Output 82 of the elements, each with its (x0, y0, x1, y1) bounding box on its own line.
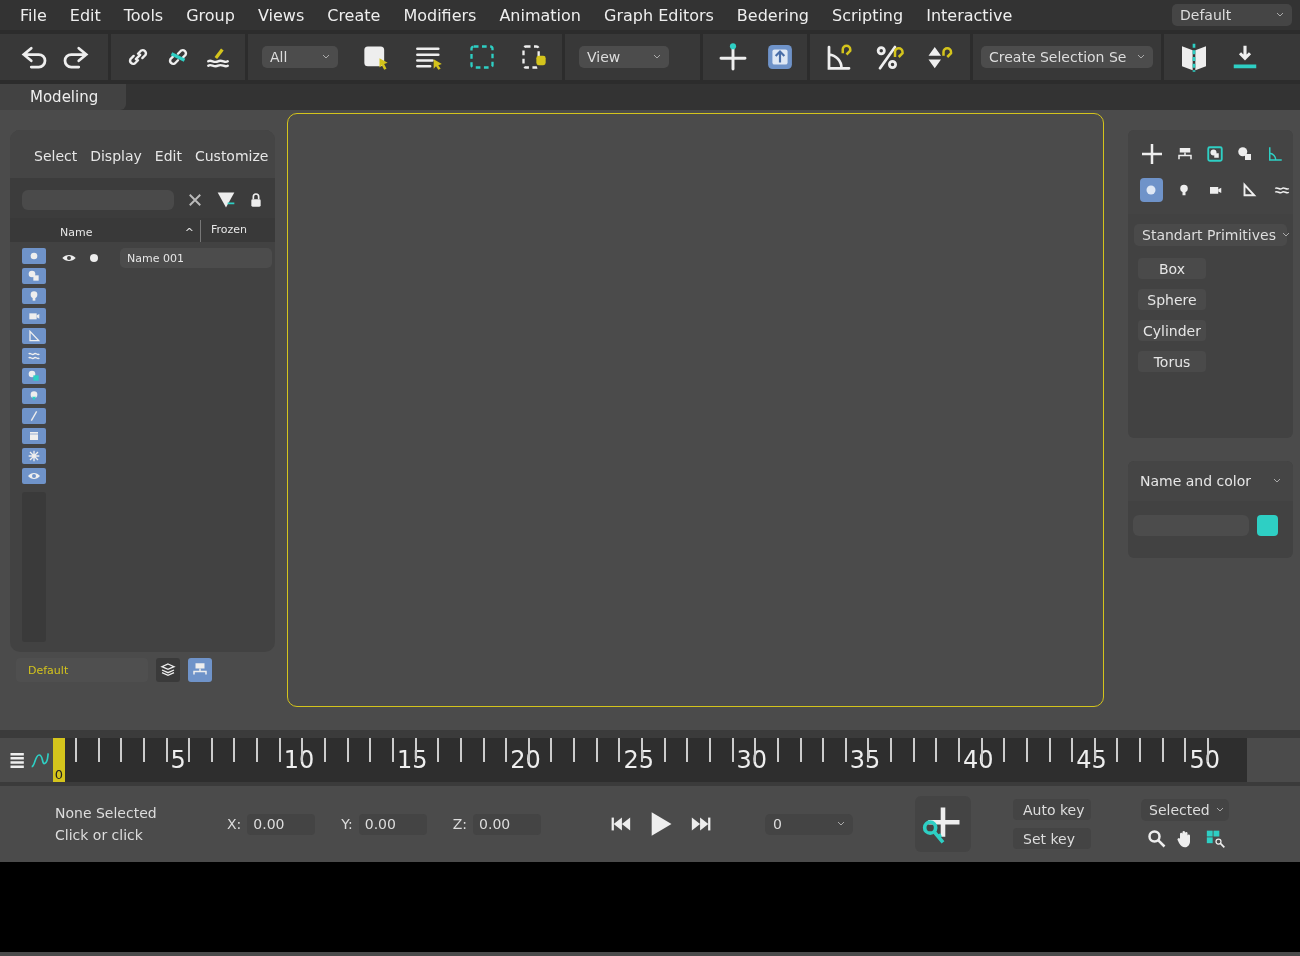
menu-item[interactable]: Bedering (736, 5, 809, 25)
set-key-mode-button[interactable]: Set key (1013, 828, 1091, 849)
menu-item[interactable]: Create (327, 5, 381, 25)
explorer-menu-item[interactable]: Display (90, 148, 142, 164)
move-icon[interactable] (717, 41, 749, 73)
ribbon-tab[interactable]: Modeling (0, 84, 126, 110)
axis-label: X: (227, 816, 242, 832)
explorer-menu-item[interactable]: Customize (194, 148, 269, 164)
menu-item[interactable]: Tools (123, 5, 164, 25)
coordinate-field[interactable]: 0.00 (247, 813, 316, 835)
filter-icon[interactable] (216, 190, 236, 210)
menu-item[interactable]: Group (186, 5, 235, 25)
sort-indicator: ^ (184, 226, 194, 239)
snowflake-filter-icon[interactable] (22, 448, 46, 464)
column-header[interactable]: Name (60, 226, 93, 239)
category-dropdown[interactable]: Standart Primitives (1134, 224, 1287, 246)
lock-icon[interactable] (248, 191, 264, 209)
set-key-button[interactable] (915, 796, 971, 852)
triangle-filter-icon[interactable] (22, 328, 46, 344)
timeline-end-panel (1247, 738, 1300, 782)
color-swatch[interactable] (1257, 515, 1278, 536)
hierarchy-button[interactable] (188, 658, 212, 682)
object-type-tab[interactable] (1140, 178, 1163, 202)
auto-key-button[interactable]: Auto key (1013, 799, 1091, 820)
frame-dropdown[interactable]: 0 (765, 813, 853, 835)
workspace-dropdown[interactable]: Default (1172, 4, 1292, 26)
camera-filter-icon[interactable] (22, 308, 46, 324)
primitive-button[interactable]: Box (1138, 258, 1206, 279)
chevron-icon (653, 54, 661, 60)
chevron-icon (1215, 807, 1224, 813)
menu-item[interactable]: Views (257, 5, 305, 25)
time-slider[interactable]: 0 (53, 738, 65, 782)
shapes-filter-icon[interactable] (22, 268, 46, 284)
coordinate-field[interactable]: 0.00 (358, 813, 427, 835)
menu-item[interactable]: File (20, 5, 47, 25)
menu-item[interactable]: Edit (69, 5, 101, 25)
menu-item[interactable]: Modifiers (403, 5, 477, 25)
menu-item[interactable]: Animation (499, 5, 581, 25)
waves-filter-icon[interactable] (22, 348, 46, 364)
chevron-icon (322, 54, 330, 60)
manipulate-icon[interactable] (767, 44, 793, 70)
group-filter-icon[interactable] (22, 368, 46, 384)
coordinate-field[interactable]: 0.00 (473, 813, 542, 835)
menu-item[interactable]: Scripting (832, 5, 904, 25)
explorer-menu-item[interactable]: Select (34, 148, 78, 164)
column-header[interactable]: Frozen (200, 220, 248, 242)
selection-status: None Selected (55, 805, 158, 821)
chevron-icon (1276, 12, 1284, 18)
key-filter-dropdown[interactable]: Selected (1141, 799, 1229, 821)
layers-button[interactable] (156, 658, 180, 682)
chevron-icon (837, 821, 845, 827)
eye-filter-icon[interactable] (22, 468, 46, 484)
window-crossing-icon[interactable] (520, 43, 548, 71)
bulb-filter-icon[interactable] (22, 288, 46, 304)
zoom-icon[interactable] (1147, 829, 1167, 849)
rectangular-region-icon[interactable] (468, 43, 496, 71)
frame-number: 5 (170, 748, 186, 776)
named-selection-dropdown[interactable]: Create Selection Se (981, 46, 1153, 68)
chevron-icon (1137, 54, 1145, 60)
object-name[interactable]: Name 001 (120, 248, 272, 268)
primitive-button[interactable]: Torus (1138, 351, 1206, 372)
layers-icon (160, 662, 176, 678)
object-dot-icon (88, 252, 100, 264)
explorer-menu-item[interactable]: Edit (154, 148, 182, 164)
chevron-icon (1281, 232, 1290, 238)
axis-label: Y: (341, 816, 353, 832)
container-filter-icon[interactable] (22, 428, 46, 444)
create-tab-icon[interactable] (1140, 142, 1164, 166)
axis-label: Z: (452, 816, 468, 832)
chevron-icon (1273, 478, 1281, 484)
primitive-button[interactable]: Cylinder (1138, 320, 1206, 341)
clear-icon[interactable] (186, 191, 204, 209)
bone-filter-icon[interactable] (22, 408, 46, 424)
prompt-text: Click or click (55, 827, 144, 843)
primitive-button[interactable]: Sphere (1138, 289, 1206, 310)
sphere-filter-icon[interactable] (22, 248, 46, 264)
menu-item[interactable]: Interactive (926, 5, 1013, 25)
menu-item[interactable]: Graph Editors (604, 5, 714, 25)
reference-coordinate-dropdown[interactable]: View (579, 46, 669, 68)
selection-filter-dropdown[interactable]: All (262, 46, 338, 68)
layer-field[interactable]: Default (16, 658, 148, 682)
pin-filter-icon[interactable] (22, 388, 46, 404)
